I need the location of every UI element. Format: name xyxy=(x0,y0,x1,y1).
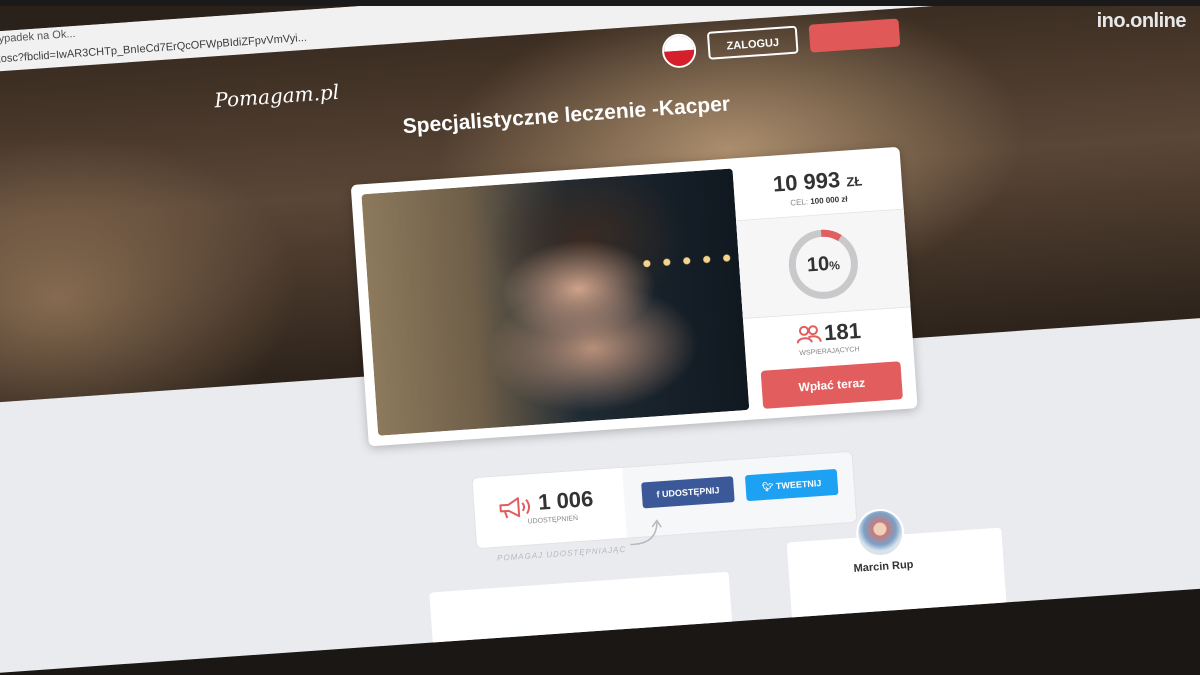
browser-screen: - Wypadek na Ok... pakosc?fbclid=IwAR3CH… xyxy=(0,0,1200,675)
browser-tab-title[interactable]: - Wypadek na Ok... xyxy=(0,28,76,47)
goal-value: 100 000 zł xyxy=(809,194,848,207)
twitter-share-button[interactable]: 🐦︎ TWEETNIJ xyxy=(744,468,839,502)
curved-arrow-icon xyxy=(630,519,662,546)
supporters-icon xyxy=(796,325,822,344)
photo-top-edge xyxy=(0,0,1200,6)
progress-percent-sign: % xyxy=(828,258,841,273)
progress-percent-value: 10 xyxy=(806,252,830,277)
progress-percent: 10% xyxy=(784,225,863,304)
facebook-share-label: UDOSTĘPNIJ xyxy=(661,485,720,500)
share-count: 1 006 xyxy=(537,485,595,515)
twitter-share-label: TWEETNIJ xyxy=(775,477,822,492)
donate-button[interactable]: Wpłać teraz xyxy=(760,361,903,409)
supporters-count: 181 xyxy=(823,317,862,346)
campaign-photo xyxy=(361,168,750,436)
goal-label: CEL: xyxy=(789,197,809,208)
share-hint: POMAGAJ UDOSTĘPNIAJĄC xyxy=(496,544,627,563)
progress-section: 10% xyxy=(736,209,911,319)
description-card xyxy=(429,571,733,653)
facebook-share-button[interactable]: f UDOSTĘPNIJ xyxy=(641,476,735,509)
megaphone-icon xyxy=(499,497,531,519)
photo-background-lights xyxy=(636,248,733,274)
watermark-logo: ino.online xyxy=(1096,10,1187,32)
raised-amount-currency: ZŁ xyxy=(845,173,863,190)
campaign-card: 10 993 ZŁ CEL: 100 000 zł 10% 181 WSPIER… xyxy=(350,146,918,447)
campaign-stats: 10 993 ZŁ CEL: 100 000 zł 10% 181 WSPIER… xyxy=(732,147,918,420)
twitter-icon: 🐦︎ xyxy=(761,481,777,493)
raised-amount-value: 10 993 xyxy=(772,166,841,197)
